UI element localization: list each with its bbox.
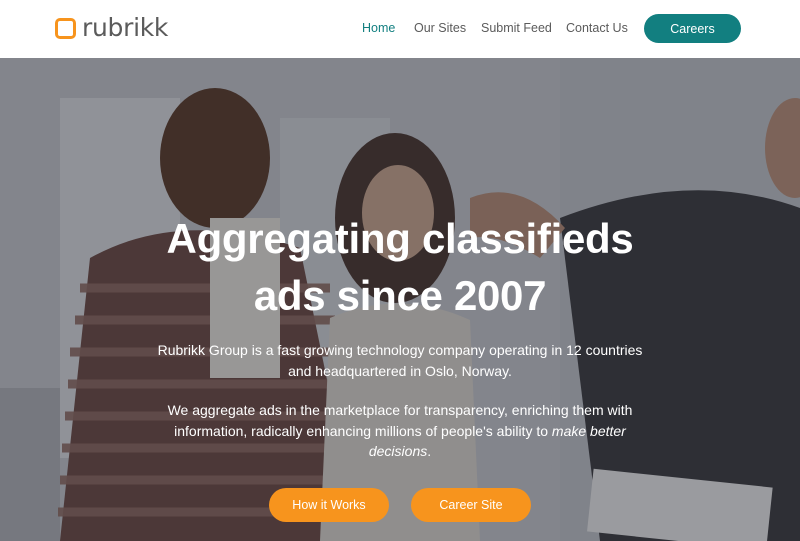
logo-square-icon xyxy=(55,17,76,39)
nav-our-sites[interactable]: Our Sites xyxy=(414,21,466,35)
logo-text: rubrikk xyxy=(82,13,169,42)
nav-contact-us[interactable]: Contact Us xyxy=(566,21,628,35)
hero-mission-text: We aggregate ads in the marketplace for … xyxy=(160,400,640,462)
site-header: rubrikk Home Our Sites Submit Feed Conta… xyxy=(0,0,800,58)
career-site-button[interactable]: Career Site xyxy=(411,488,531,522)
hero-title: Aggregating classifieds ads since 2007 xyxy=(100,210,700,324)
hero-intro-text: Rubrikk Group is a fast growing technolo… xyxy=(157,342,643,379)
hero-section: Aggregating classifieds ads since 2007 R… xyxy=(0,58,800,541)
logo[interactable]: rubrikk xyxy=(55,15,168,41)
how-it-works-button[interactable]: How it Works xyxy=(269,488,389,522)
nav-home[interactable]: Home xyxy=(362,21,395,35)
hero-title-line-1: Aggregating classifieds xyxy=(166,215,634,262)
nav-submit-feed[interactable]: Submit Feed xyxy=(481,21,552,35)
hero-title-line-2: ads since 2007 xyxy=(253,272,547,319)
careers-button[interactable]: Careers xyxy=(644,14,741,43)
hero-mission-end: . xyxy=(427,443,432,459)
